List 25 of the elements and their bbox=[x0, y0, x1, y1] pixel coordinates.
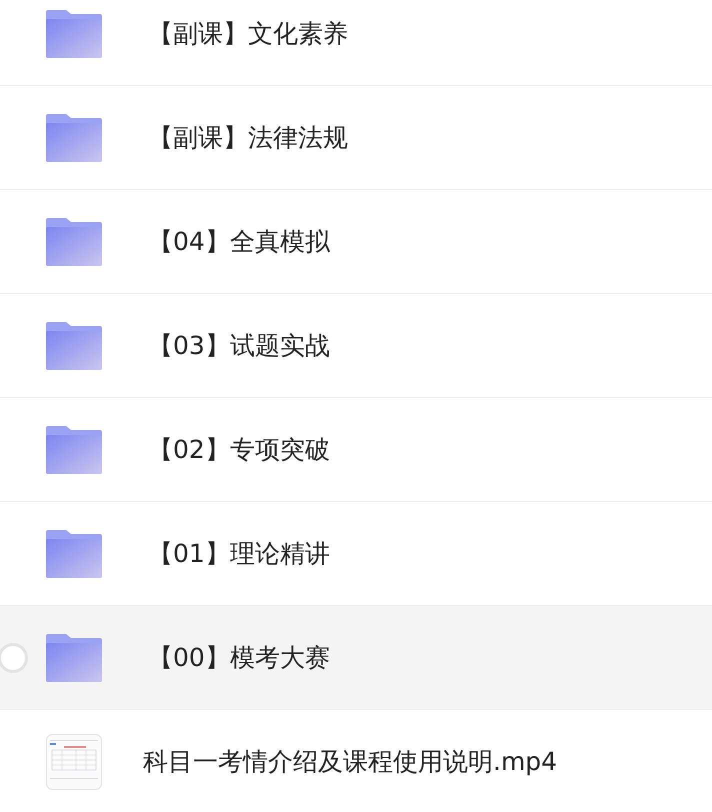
file-row[interactable]: 【02】专项突破 bbox=[0, 398, 712, 501]
file-row[interactable]: 【04】全真模拟 bbox=[0, 190, 712, 293]
file-name: 【副课】法律法规 bbox=[148, 122, 348, 154]
file-name: 【00】模考大赛 bbox=[148, 642, 330, 674]
file-name: 【04】全真模拟 bbox=[148, 226, 330, 258]
file-row[interactable]: 【01】理论精讲 bbox=[0, 502, 712, 605]
document-thumbnail-icon bbox=[46, 734, 102, 790]
file-row[interactable]: 【00】模考大赛 bbox=[0, 606, 712, 709]
file-name: 科目一考情介绍及课程使用说明.mp4 bbox=[143, 746, 558, 778]
select-radio[interactable] bbox=[0, 642, 28, 672]
folder-icon bbox=[46, 114, 102, 162]
file-name: 【03】试题实战 bbox=[148, 330, 330, 362]
file-name: 【副课】文化素养 bbox=[148, 18, 348, 50]
folder-icon bbox=[46, 10, 102, 58]
file-name: 【01】理论精讲 bbox=[148, 538, 330, 570]
file-row[interactable]: 【副课】文化素养 bbox=[0, 0, 712, 85]
folder-icon bbox=[46, 218, 102, 266]
folder-icon bbox=[46, 530, 102, 578]
file-name: 【02】专项突破 bbox=[148, 434, 330, 466]
folder-icon bbox=[46, 426, 102, 474]
file-row[interactable]: 科目一考情介绍及课程使用说明.mp4 bbox=[0, 710, 712, 812]
folder-icon bbox=[46, 322, 102, 370]
file-row[interactable]: 【副课】法律法规 bbox=[0, 86, 712, 189]
file-row[interactable]: 【03】试题实战 bbox=[0, 294, 712, 397]
folder-icon bbox=[46, 634, 102, 682]
